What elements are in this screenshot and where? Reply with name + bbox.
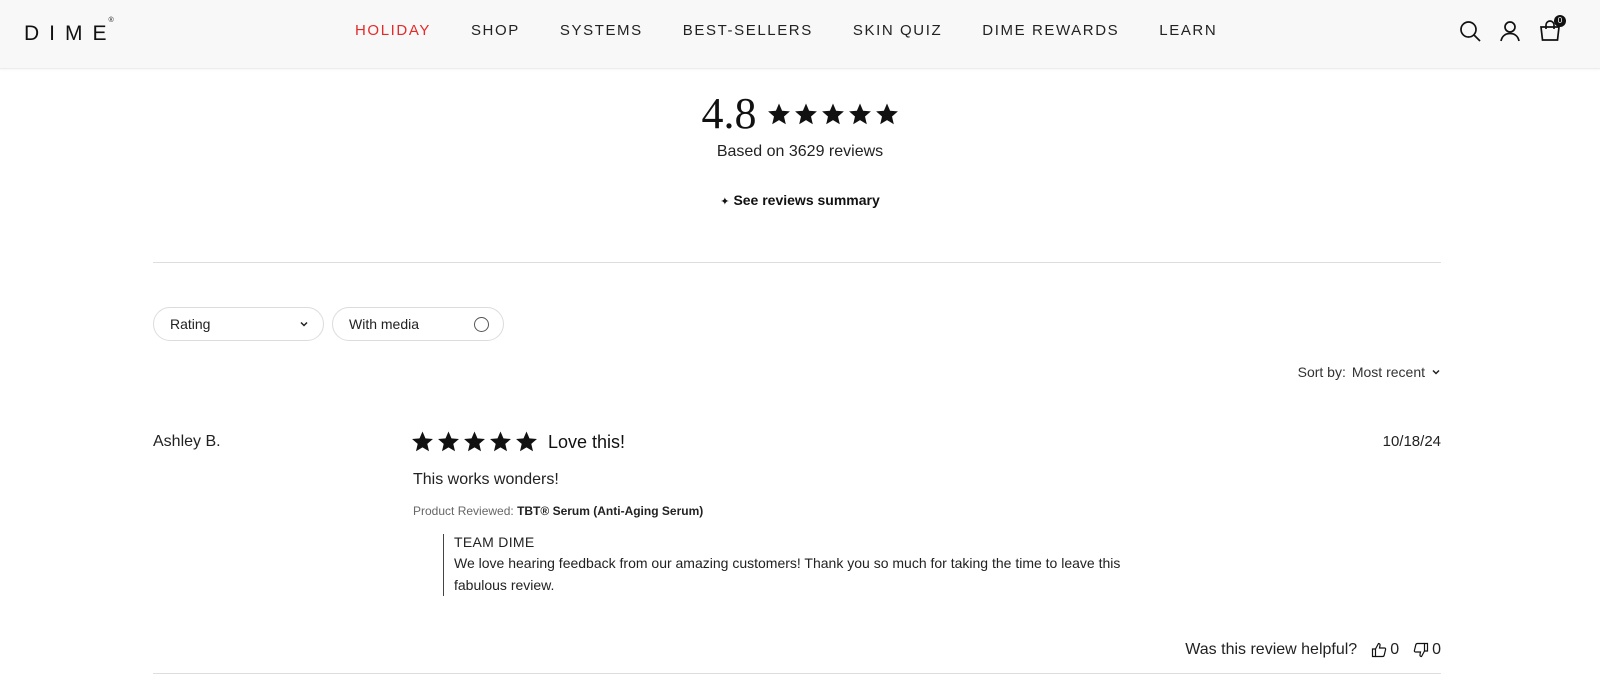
- review-title: Love this!: [548, 432, 626, 452]
- see-summary-link-wrap: ✦ See reviews summary: [0, 192, 1600, 208]
- header-icons: 0: [1458, 15, 1566, 43]
- cart-icon[interactable]: 0: [1538, 15, 1566, 43]
- divider: [153, 262, 1441, 263]
- with-media-toggle[interactable]: With media: [332, 307, 504, 341]
- sort-value: Most recent: [1351, 364, 1425, 380]
- star-icon: [821, 103, 844, 124]
- star-icon: [412, 431, 433, 452]
- upvote-button[interactable]: 0: [1371, 641, 1399, 659]
- review-count: Based on 3629 reviews: [716, 143, 884, 160]
- logo-registered-mark: ®: [108, 17, 114, 24]
- review-body: This works wonders!: [413, 471, 559, 488]
- logo[interactable]: DIME®: [24, 17, 122, 46]
- sparkle-icon: ✦: [720, 196, 730, 208]
- nav-item-systems[interactable]: SYSTEMS: [560, 22, 643, 39]
- reply-author: TEAM DIME: [454, 534, 535, 550]
- see-reviews-summary-link[interactable]: ✦ See reviews summary: [720, 192, 880, 208]
- star-icon: [767, 103, 790, 124]
- sort-label: Sort by:: [1297, 364, 1346, 380]
- main-nav: HOLIDAY SHOP SYSTEMS BEST-SELLERS SKIN Q…: [355, 22, 1217, 39]
- rating-filter-label: Rating: [170, 316, 211, 332]
- average-rating: 4.8: [701, 89, 757, 138]
- search-icon[interactable]: [1458, 19, 1482, 43]
- star-icon: [438, 431, 459, 452]
- site-header: DIME® HOLIDAY SHOP SYSTEMS BEST-SELLERS …: [0, 0, 1600, 69]
- star-icon: [794, 103, 817, 124]
- cart-count-badge: 0: [1554, 15, 1566, 27]
- reviewer-name: Ashley B.: [153, 433, 221, 450]
- product-reviewed: Product Reviewed: TBT® Serum (Anti-Aging…: [413, 504, 703, 518]
- brand-reply: TEAM DIME We love hearing feedback from …: [443, 534, 1163, 596]
- reply-text: We love hearing feedback from our amazin…: [454, 555, 1121, 593]
- product-reviewed-label: Product Reviewed:: [413, 504, 514, 518]
- review-date: 10/18/24: [1382, 433, 1441, 450]
- thumbs-up-icon: [1372, 642, 1387, 658]
- helpful-votes: Was this review helpful? 0 0: [1185, 641, 1441, 659]
- upvote-count: 0: [1390, 641, 1400, 658]
- nav-item-shop[interactable]: SHOP: [471, 22, 520, 39]
- downvote-button[interactable]: 0: [1413, 641, 1441, 659]
- star-icon: [848, 103, 871, 124]
- divider: [153, 673, 1441, 674]
- see-summary-label: See reviews summary: [733, 192, 880, 208]
- nav-item-learn[interactable]: LEARN: [1159, 22, 1217, 39]
- helpful-label: Was this review helpful?: [1185, 641, 1358, 658]
- account-icon[interactable]: [1498, 19, 1522, 43]
- rating-filter-dropdown[interactable]: Rating: [153, 307, 324, 341]
- nav-item-holiday[interactable]: HOLIDAY: [355, 22, 431, 39]
- nav-item-dime-rewards[interactable]: DIME REWARDS: [982, 22, 1119, 39]
- chevron-down-icon: [300, 321, 308, 327]
- star-icon: [464, 431, 485, 452]
- nav-item-skin-quiz[interactable]: SKIN QUIZ: [853, 22, 942, 39]
- nav-item-best-sellers[interactable]: BEST-SELLERS: [683, 22, 813, 39]
- product-reviewed-name[interactable]: TBT® Serum (Anti-Aging Serum): [517, 504, 703, 518]
- downvote-count: 0: [1432, 641, 1441, 658]
- chevron-down-icon: [1432, 369, 1440, 375]
- thumbs-down-icon: [1413, 642, 1429, 658]
- sort-dropdown[interactable]: Sort by: Most recent: [1298, 364, 1441, 380]
- star-icon: [516, 431, 537, 452]
- with-media-label: With media: [349, 316, 420, 332]
- with-media-radio[interactable]: [474, 317, 489, 332]
- review-stars: [411, 430, 538, 453]
- rating-summary: 4.8: [0, 88, 1600, 139]
- average-stars: [767, 102, 899, 126]
- star-icon: [875, 103, 898, 124]
- star-icon: [490, 431, 511, 452]
- logo-text: DIME: [24, 22, 117, 45]
